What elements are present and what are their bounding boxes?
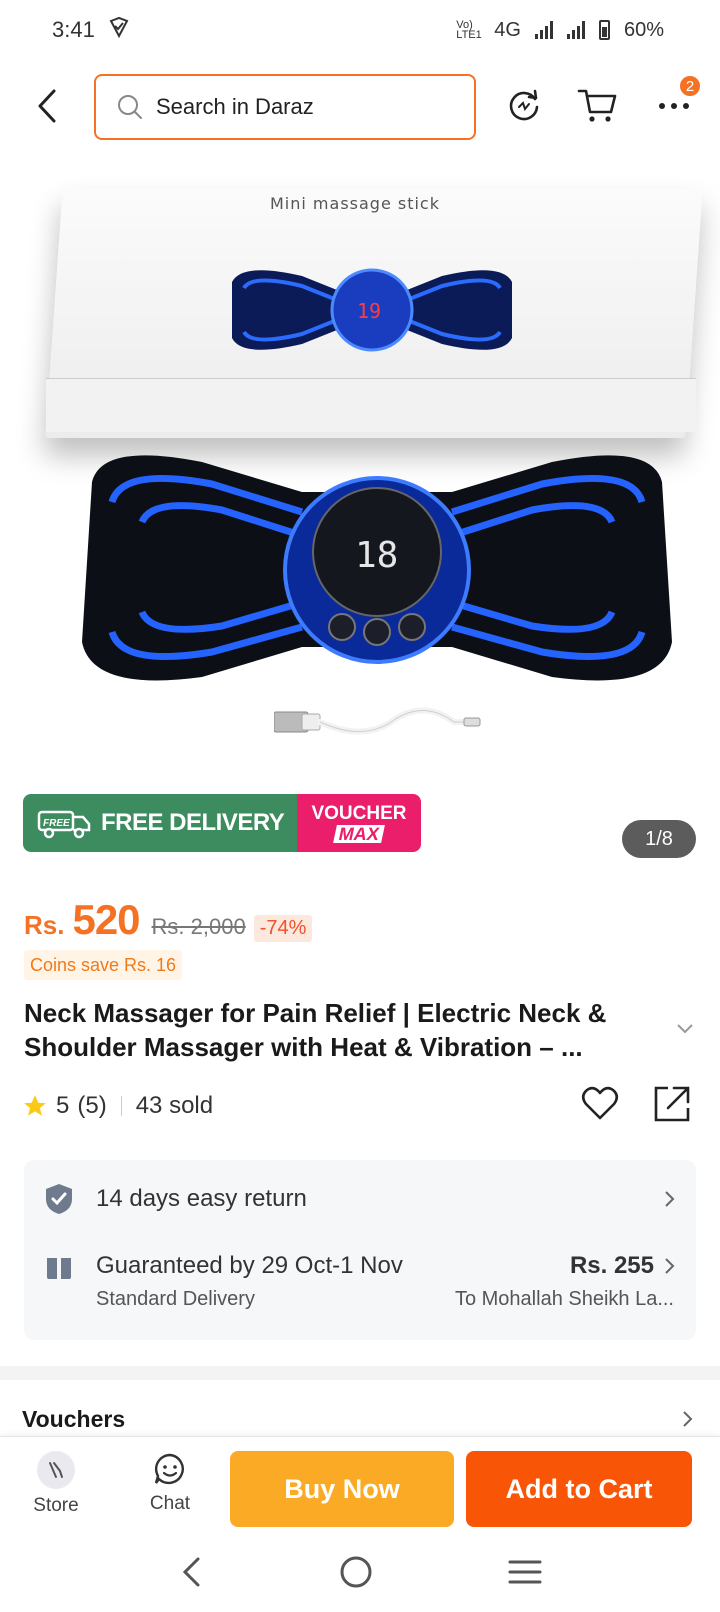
back-button[interactable]	[28, 86, 68, 126]
svg-text:19: 19	[357, 299, 381, 323]
wishlist-button[interactable]	[580, 1084, 620, 1129]
rating-count: (5)	[77, 1092, 107, 1119]
sold-count: 43 sold	[135, 1092, 214, 1119]
chevron-down-icon	[677, 1024, 693, 1034]
delivery-row[interactable]: Guaranteed by 29 Oct-1 Nov Rs. 255	[24, 1252, 696, 1280]
return-policy-row[interactable]: 14 days easy return	[24, 1182, 696, 1216]
chevron-right-icon	[665, 1258, 675, 1274]
section-divider	[0, 1366, 720, 1380]
price-currency: Rs.	[24, 910, 65, 940]
discount-badge: -74%	[253, 915, 313, 942]
store-button[interactable]: Store	[16, 1451, 96, 1517]
status-bar: 3:41 Vo) LTE1 4G 60%	[0, 0, 720, 60]
delivery-type: Standard Delivery	[96, 1288, 255, 1310]
refresh-button[interactable]	[502, 84, 546, 128]
refresh-icon	[509, 89, 539, 121]
box-feature-strip	[46, 378, 696, 432]
network-type: 4G	[494, 18, 521, 41]
box-title: Mini massage stick	[270, 194, 440, 213]
divider	[120, 1096, 122, 1116]
gift-box-icon	[47, 1258, 71, 1279]
share-button[interactable]	[652, 1084, 692, 1129]
top-nav: Search in Daraz 2	[0, 72, 720, 142]
delivery-sub-row: Standard Delivery To Mohallah Sheikh La.…	[24, 1288, 696, 1311]
notification-badge: 2	[678, 74, 702, 98]
vouchers-chevron[interactable]	[682, 1410, 694, 1433]
delivery-truck-icon: FREE	[37, 810, 91, 839]
voucher-max-label: MAX	[333, 824, 385, 844]
share-icon	[654, 1086, 690, 1122]
lte-label: Vo) LTE1	[456, 19, 482, 41]
store-icon	[37, 1451, 75, 1489]
vpn-shield-icon	[107, 15, 131, 45]
bottom-action-bar: Store Chat Buy Now Add to Cart	[0, 1436, 720, 1536]
back-icon	[182, 1557, 200, 1586]
search-input[interactable]: Search in Daraz	[94, 74, 476, 140]
cart-icon	[577, 89, 617, 122]
search-placeholder: Search in Daraz	[156, 94, 314, 119]
box-massager-image: 19	[232, 268, 512, 352]
rating-value: 5	[56, 1092, 70, 1119]
system-nav-bar	[0, 1536, 720, 1612]
signal-icon-2	[566, 21, 585, 39]
coins-badge: Coins save Rs. 16	[24, 950, 183, 980]
system-back-button[interactable]	[178, 1556, 204, 1593]
cart-button[interactable]	[576, 84, 620, 128]
promo-free-tag: FREE	[43, 818, 70, 829]
system-recents-button[interactable]	[508, 1559, 542, 1590]
product-image-carousel[interactable]: Mini massage stick 19 18 FREE FREE DELIV…	[0, 152, 720, 870]
price-current: 520	[72, 896, 140, 943]
menu-icon	[508, 1560, 542, 1583]
price-original: Rs. 2,000	[151, 914, 246, 939]
star-icon	[24, 1095, 46, 1116]
chat-label: Chat	[149, 1493, 191, 1514]
expand-title-button[interactable]	[676, 1022, 694, 1040]
battery-icon	[598, 20, 610, 40]
signal-icon	[534, 21, 553, 39]
service-info-card: 14 days easy return Guaranteed by 29 Oct…	[24, 1160, 696, 1340]
svg-text:18: 18	[355, 535, 398, 576]
free-delivery-label: FREE DELIVERY	[101, 809, 285, 836]
vouchers-heading[interactable]: Vouchers	[22, 1406, 125, 1433]
home-icon	[340, 1556, 372, 1587]
delivery-price: Rs. 255	[569, 1252, 654, 1279]
massager-pad-image: 18	[82, 455, 672, 681]
image-counter: 1/8	[622, 820, 696, 858]
system-home-button[interactable]	[339, 1555, 373, 1594]
chat-button[interactable]: Chat	[130, 1451, 210, 1515]
product-title: Neck Massager for Pain Relief | Electric…	[24, 998, 607, 1062]
more-icon	[659, 103, 689, 109]
usb-cable-image	[274, 707, 481, 735]
rating-row[interactable]: 5 (5) 43 sold	[22, 1092, 213, 1120]
buy-now-button[interactable]: Buy Now	[230, 1451, 454, 1527]
promo-banner: FREE FREE DELIVERY VOUCHER MAX	[23, 794, 421, 852]
store-label: Store	[33, 1495, 79, 1516]
voucher-label: VOUCHER	[311, 802, 407, 824]
search-icon	[118, 95, 142, 119]
battery-level: 60%	[623, 18, 664, 41]
chevron-right-icon	[665, 1191, 675, 1207]
price-row: Rs. 520 Rs. 2,000 -74%	[24, 896, 313, 944]
shield-check-icon	[46, 1184, 72, 1214]
chevron-right-icon	[683, 1411, 693, 1427]
add-to-cart-button[interactable]: Add to Cart	[466, 1451, 692, 1527]
status-time: 3:41	[52, 17, 95, 42]
delivery-date: Guaranteed by 29 Oct-1 Nov	[96, 1252, 403, 1279]
delivery-location: To Mohallah Sheikh La...	[454, 1288, 674, 1310]
more-options-button[interactable]: 2	[652, 74, 702, 128]
chevron-left-icon	[38, 89, 56, 123]
heart-icon	[581, 1086, 619, 1120]
return-policy-text: 14 days easy return	[96, 1185, 307, 1212]
chat-icon	[154, 1453, 184, 1485]
